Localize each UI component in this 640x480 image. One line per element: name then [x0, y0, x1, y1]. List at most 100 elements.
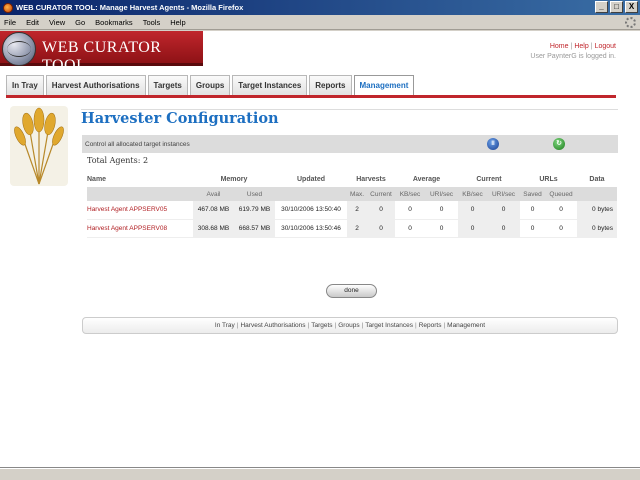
home-link[interactable]: Home	[550, 43, 569, 50]
globe-icon	[2, 32, 36, 66]
col-urls: URLs	[539, 175, 558, 183]
subcol-cur-kb: KB/sec	[458, 187, 487, 201]
tab-groups[interactable]: Groups	[189, 75, 231, 95]
cell-updated: 30/10/2006 13:50:40	[275, 201, 347, 220]
menu-bookmarks[interactable]: Bookmarks	[95, 18, 133, 27]
control-bar: Control all allocated target instances I…	[82, 135, 618, 153]
agent-link[interactable]: Harvest Agent APPSERV05	[87, 201, 193, 220]
cell-current: 0	[367, 219, 395, 238]
logged-in-text: User PaynterG is logged in.	[530, 53, 616, 60]
cell-data: 0 bytes	[577, 219, 617, 238]
tab-target-instances[interactable]: Target Instances	[232, 75, 308, 95]
control-text: Control all allocated target instances	[85, 140, 190, 148]
resume-all-button[interactable]: ↻	[553, 138, 565, 150]
firefox-icon	[3, 2, 13, 13]
menu-file[interactable]: File	[4, 18, 16, 27]
page-content: WEB CURATOR TOOL Home | Help | Logout User P…	[0, 31, 640, 468]
main-tabs: In Tray Harvest Authorisations Targets G…	[6, 75, 616, 98]
subcol-avg-kb: KB/sec	[395, 187, 425, 201]
wheat-icon	[10, 106, 68, 186]
minimize-button[interactable]: _	[595, 1, 608, 13]
subcol-current: Current	[367, 187, 395, 201]
cell-avail: 467.08 MB	[193, 201, 234, 220]
footer-link-management[interactable]: Management	[447, 322, 485, 329]
maximize-button[interactable]: □	[610, 1, 623, 13]
table-row: Harvest Agent APPSERV08 308.68 MB 668.57…	[87, 219, 617, 238]
cell-avg-kb: 0	[395, 219, 425, 238]
cell-max: 2	[347, 201, 367, 220]
cell-cur-kb: 0	[458, 219, 487, 238]
subcol-blank	[87, 187, 193, 201]
throbber-icon	[625, 17, 636, 28]
pause-all-button[interactable]: II	[487, 138, 499, 150]
cell-avg-uri: 0	[425, 219, 458, 238]
menu-bar: File Edit View Go Bookmarks Tools Help	[0, 15, 640, 30]
cell-saved: 0	[520, 219, 545, 238]
col-current: Current	[476, 175, 502, 183]
help-link[interactable]: Help	[574, 43, 588, 50]
col-memory: Memory	[220, 175, 248, 183]
tab-management[interactable]: Management	[353, 75, 415, 95]
logo[interactable]: WEB CURATOR TOOL	[0, 31, 203, 74]
footer-link-reports[interactable]: Reports	[419, 322, 442, 329]
footer-link-groups[interactable]: Groups	[338, 322, 359, 329]
col-name: Name	[87, 175, 107, 183]
cell-cur-uri: 0	[487, 219, 520, 238]
cell-saved: 0	[520, 201, 545, 220]
window-titlebar[interactable]: WEB CURATOR TOOL: Manage Harvest Agents …	[0, 0, 640, 15]
total-agents: Total Agents: 2	[87, 156, 149, 165]
subcol-blank	[275, 187, 347, 201]
cell-cur-kb: 0	[458, 201, 487, 220]
subcol-avail: Avail	[193, 187, 234, 201]
cell-used: 619.79 MB	[234, 201, 275, 220]
logo-text: WEB CURATOR TOOL	[42, 39, 162, 74]
top-links: Home | Help | Logout	[549, 43, 616, 50]
cell-used: 668.57 MB	[234, 219, 275, 238]
subcol-blank	[577, 187, 617, 201]
cell-current: 0	[367, 201, 395, 220]
subcol-saved: Saved	[520, 187, 545, 201]
window-controls: _ □ X	[595, 1, 638, 13]
subcol-avg-uri: URI/sec	[425, 187, 458, 201]
footer-link-harvest-authorisations[interactable]: Harvest Authorisations	[240, 322, 305, 329]
col-average: Average	[412, 175, 441, 183]
col-updated: Updated	[297, 175, 325, 183]
cell-queued: 0	[545, 219, 577, 238]
menu-help[interactable]: Help	[170, 18, 185, 27]
logout-link[interactable]: Logout	[595, 43, 616, 50]
col-data: Data	[589, 175, 605, 183]
cell-cur-uri: 0	[487, 201, 520, 220]
page-title: Harvester Configuration	[81, 110, 279, 127]
footer-link-targets[interactable]: Targets	[311, 322, 332, 329]
cell-avail: 308.68 MB	[193, 219, 234, 238]
agent-link[interactable]: Harvest Agent APPSERV08	[87, 219, 193, 238]
tab-reports[interactable]: Reports	[309, 75, 352, 95]
subcol-queued: Queued	[545, 187, 577, 201]
menu-view[interactable]: View	[49, 18, 65, 27]
footer-link-target-instances[interactable]: Target Instances	[365, 322, 413, 329]
subcol-max: Max.	[347, 187, 367, 201]
tab-in-tray[interactable]: In Tray	[6, 75, 44, 95]
cell-data: 0 bytes	[577, 201, 617, 220]
footer-link-in-tray[interactable]: In Tray	[215, 322, 235, 329]
table-row: Harvest Agent APPSERV05 467.08 MB 619.79…	[87, 201, 617, 220]
tab-harvest-authorisations[interactable]: Harvest Authorisations	[45, 75, 146, 95]
footer-nav: In Tray | Harvest Authorisations | Targets | G…	[82, 317, 618, 334]
cell-updated: 30/10/2006 13:50:46	[275, 219, 347, 238]
cell-queued: 0	[545, 201, 577, 220]
window-title: WEB CURATOR TOOL: Manage Harvest Agents …	[16, 3, 244, 12]
close-button[interactable]: X	[625, 1, 638, 13]
subcol-used: Used	[234, 187, 275, 201]
status-bar	[0, 468, 640, 480]
menu-edit[interactable]: Edit	[26, 18, 39, 27]
cell-avg-kb: 0	[395, 201, 425, 220]
col-harvests: Harvests	[356, 175, 386, 183]
done-button[interactable]: done	[326, 284, 377, 298]
cell-avg-uri: 0	[425, 201, 458, 220]
agents-table: Name Memory Updated Harvests Average Cur…	[87, 171, 617, 238]
menu-tools[interactable]: Tools	[143, 18, 161, 27]
menu-go[interactable]: Go	[75, 18, 85, 27]
subcol-cur-uri: URI/sec	[487, 187, 520, 201]
tab-targets[interactable]: Targets	[147, 75, 188, 95]
cell-max: 2	[347, 219, 367, 238]
